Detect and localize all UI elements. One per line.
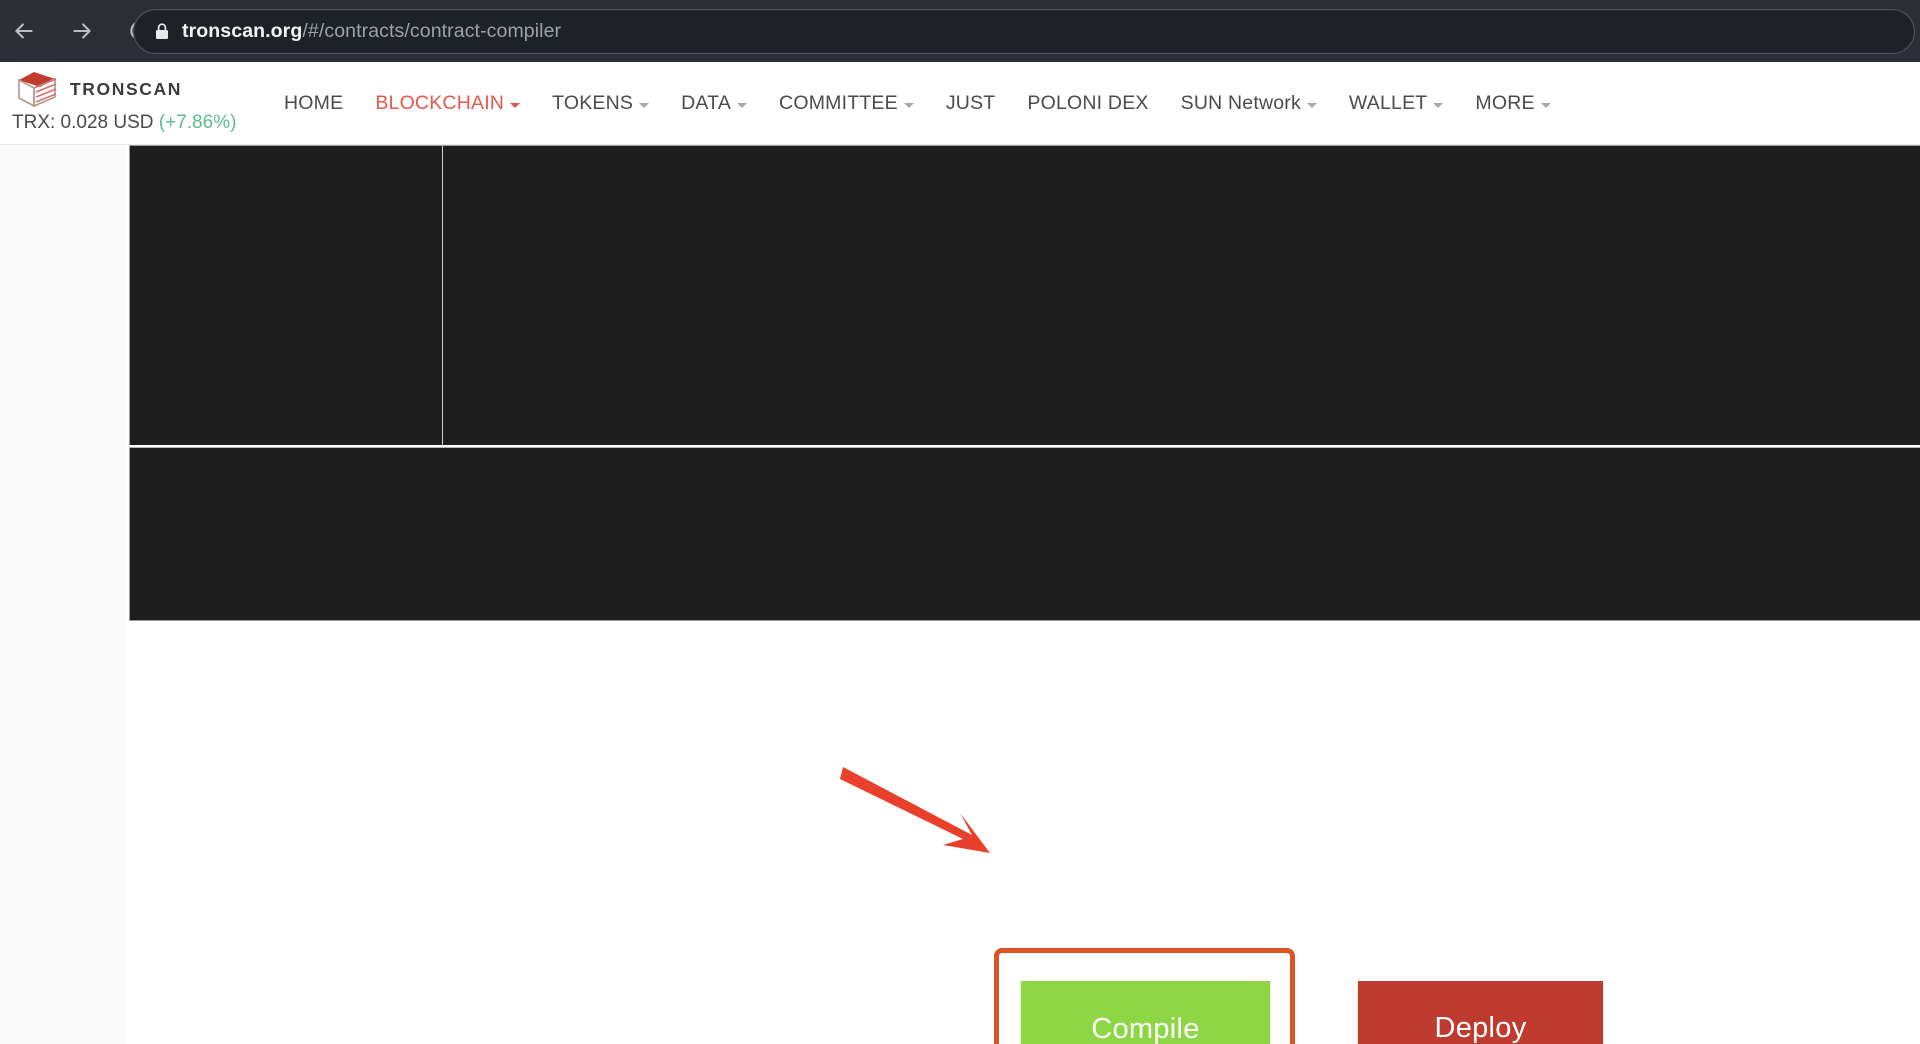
- nav-label: DATA: [681, 92, 731, 115]
- padlock-icon: [154, 23, 170, 41]
- nav-item-poloni-dex[interactable]: POLONI DEX: [1011, 62, 1164, 145]
- chevron-down-icon: [737, 103, 747, 108]
- url-host: tronscan.org: [182, 20, 302, 42]
- nav-label: TOKENS: [552, 92, 633, 115]
- nav-item-home[interactable]: HOME: [268, 62, 359, 145]
- annotation-arrow-icon: [840, 761, 1020, 881]
- page-root: tronscan.org/#/contracts/contract-compil…: [0, 0, 1920, 1044]
- site-header: TRONSCAN TRX: 0.028 USD (+7.86%) HOME BL…: [0, 62, 1920, 145]
- chevron-down-icon: [510, 103, 520, 108]
- nav-label: MORE: [1475, 92, 1534, 115]
- trx-price-ticker: TRX: 0.028 USD (+7.86%): [12, 112, 236, 134]
- nav-item-committee[interactable]: COMMITTEE: [763, 62, 930, 145]
- code-editor-panel[interactable]: [129, 145, 1920, 445]
- action-bar: Compile Deploy: [0, 621, 1920, 1044]
- chevron-down-icon: [1433, 103, 1443, 108]
- address-bar[interactable]: tronscan.org/#/contracts/contract-compil…: [133, 9, 1915, 54]
- nav-item-just[interactable]: JUST: [930, 62, 1012, 145]
- trx-price-change: (+7.86%): [159, 112, 237, 133]
- chevron-down-icon: [1307, 103, 1317, 108]
- chevron-down-icon: [1541, 103, 1551, 108]
- nav-label: COMMITTEE: [779, 92, 898, 115]
- brand-name: TRONSCAN: [70, 79, 182, 100]
- brand-logo-link[interactable]: TRONSCAN: [12, 68, 182, 110]
- nav-item-tokens[interactable]: TOKENS: [536, 62, 665, 145]
- compiler-output-panel[interactable]: [129, 447, 1920, 621]
- nav-label: HOME: [284, 92, 343, 115]
- nav-item-sun-network[interactable]: SUN Network: [1165, 62, 1333, 145]
- nav-label: BLOCKCHAIN: [375, 92, 504, 115]
- url-path: /#/contracts/contract-compiler: [302, 20, 561, 42]
- nav-item-blockchain[interactable]: BLOCKCHAIN: [359, 62, 536, 145]
- nav-label: WALLET: [1349, 92, 1428, 115]
- code-editor-textarea[interactable]: [443, 146, 1920, 445]
- address-bar-url: tronscan.org/#/contracts/contract-compil…: [182, 20, 561, 43]
- deploy-button[interactable]: Deploy: [1358, 981, 1603, 1044]
- trx-price-value: TRX: 0.028 USD: [12, 112, 154, 133]
- nav-label: JUST: [946, 92, 996, 115]
- nav-label: POLONI DEX: [1027, 92, 1148, 115]
- browser-chrome: tronscan.org/#/contracts/contract-compil…: [0, 0, 1920, 62]
- main-navigation: HOME BLOCKCHAIN TOKENS DATA COMMITTEE JU…: [268, 62, 1567, 145]
- chevron-down-icon: [904, 103, 914, 108]
- compile-button[interactable]: Compile: [1021, 981, 1270, 1044]
- nav-item-data[interactable]: DATA: [665, 62, 763, 145]
- forward-arrow-icon[interactable]: [60, 9, 104, 53]
- back-arrow-icon[interactable]: [2, 9, 46, 53]
- code-editor-sidebar[interactable]: [130, 146, 443, 445]
- nav-item-more[interactable]: MORE: [1459, 62, 1566, 145]
- nav-item-wallet[interactable]: WALLET: [1333, 62, 1460, 145]
- chevron-down-icon: [639, 103, 649, 108]
- nav-label: SUN Network: [1181, 92, 1301, 115]
- page-body: Compile Deploy: [0, 145, 1920, 1044]
- tronscan-cube-logo-icon: [12, 68, 60, 110]
